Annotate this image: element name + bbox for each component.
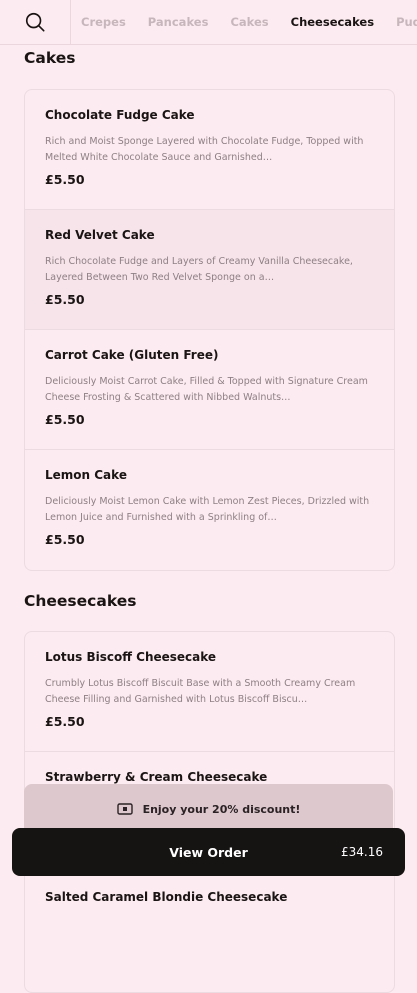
category-tabs: Crepes Pancakes Cakes Cheesecakes Pudd xyxy=(71,15,417,29)
item-price: £5.50 xyxy=(45,714,85,729)
item-description: Crumbly Lotus Biscoff Biscuit Base with … xyxy=(45,678,356,705)
menu-item[interactable]: Chocolate Fudge Cake Rich and Moist Spon… xyxy=(25,90,394,210)
view-order-label: View Order xyxy=(169,844,248,860)
search-button[interactable] xyxy=(0,0,71,44)
menu-item[interactable]: Carrot Cake (Gluten Free) Deliciously Mo… xyxy=(25,330,394,450)
section-title-cheesecakes: Cheesecakes xyxy=(24,592,137,610)
item-price: £5.50 xyxy=(45,532,85,547)
tab-puddings[interactable]: Pudd xyxy=(396,15,417,29)
item-name: Lemon Cake xyxy=(45,468,127,482)
menu-item[interactable]: Salted Caramel Blondie Cheesecake xyxy=(25,872,394,992)
item-price: £5.50 xyxy=(45,412,85,427)
menu-item[interactable]: Lemon Cake Deliciously Moist Lemon Cake … xyxy=(25,450,394,570)
discount-banner: Enjoy your 20% discount! xyxy=(24,784,393,834)
item-description: Rich Chocolate Fudge and Layers of Cream… xyxy=(45,256,353,283)
item-name: Red Velvet Cake xyxy=(45,228,155,242)
section-title-cakes: Cakes xyxy=(24,49,76,67)
item-name: Lotus Biscoff Cheesecake xyxy=(45,650,217,664)
item-description xyxy=(45,916,374,948)
ticket-icon xyxy=(116,803,133,815)
search-icon xyxy=(25,12,45,32)
item-name: Chocolate Fudge Cake xyxy=(45,108,195,122)
item-name: Carrot Cake (Gluten Free) xyxy=(45,348,219,362)
item-description: Deliciously Moist Carrot Cake, Filled & … xyxy=(45,376,368,403)
item-description: Rich and Moist Sponge Layered with Choco… xyxy=(45,136,364,163)
item-description: Deliciously Moist Lemon Cake with Lemon … xyxy=(45,496,370,523)
view-order-button[interactable]: View Order £34.16 xyxy=(12,828,405,876)
discount-text: Enjoy your 20% discount! xyxy=(142,802,301,816)
tab-cakes[interactable]: Cakes xyxy=(230,15,268,29)
item-name: Strawberry & Cream Cheesecake xyxy=(45,770,268,784)
cakes-card: Chocolate Fudge Cake Rich and Moist Spon… xyxy=(24,89,395,571)
order-total: £34.16 xyxy=(341,845,383,859)
menu-item[interactable]: Lotus Biscoff Cheesecake Crumbly Lotus B… xyxy=(25,632,394,752)
tab-crepes[interactable]: Crepes xyxy=(81,15,126,29)
item-name: Salted Caramel Blondie Cheesecake xyxy=(45,890,288,904)
tab-cheesecakes[interactable]: Cheesecakes xyxy=(291,15,374,29)
category-nav: Crepes Pancakes Cakes Cheesecakes Pudd xyxy=(0,0,417,45)
item-price: £5.50 xyxy=(45,292,85,307)
tab-pancakes[interactable]: Pancakes xyxy=(148,15,209,29)
menu-item[interactable]: Red Velvet Cake Rich Chocolate Fudge and… xyxy=(25,210,394,330)
item-price: £5.50 xyxy=(45,172,85,187)
